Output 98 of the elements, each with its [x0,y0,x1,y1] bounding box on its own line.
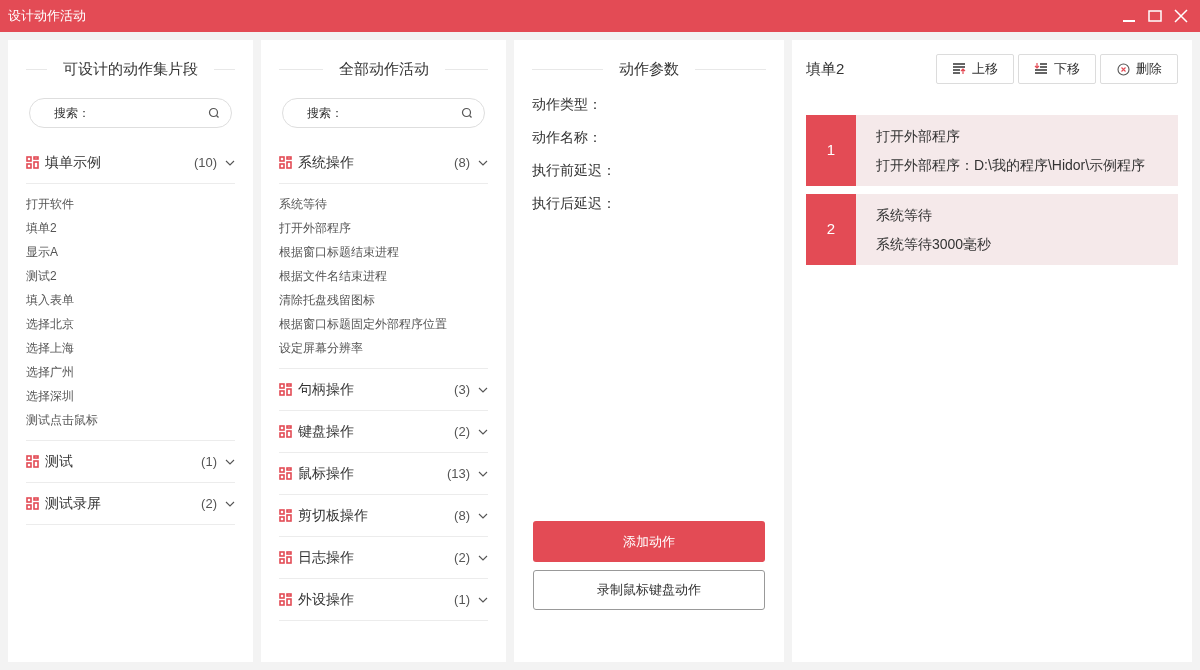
grid-icon [279,551,292,564]
list-item[interactable]: 显示A [26,240,58,264]
delete-icon [1116,62,1130,76]
group-header[interactable]: 测试 (1) [26,441,235,483]
group-count: (10) [193,153,217,172]
list-item[interactable]: 设定屏幕分辨率 [279,336,363,360]
list-item[interactable]: 根据窗口标题结束进程 [279,240,399,264]
list-item[interactable]: 填单2 [26,216,57,240]
list-item[interactable]: 测试2 [26,264,57,288]
grid-icon [279,156,292,169]
group-header[interactable]: 日志操作 (2) [279,537,488,579]
group-label: 剪切板操作 [298,506,368,525]
panel-title: 动作参数 [619,58,679,79]
search-icon [208,107,220,119]
group-label: 填单示例 [45,153,101,172]
group-header[interactable]: 鼠标操作 (13) [279,453,488,495]
group-label: 鼠标操作 [298,464,354,483]
sequence-title: 填单2 [806,58,845,79]
chevron-down-icon [225,500,235,507]
group-count: (1) [454,590,470,609]
group-label: 日志操作 [298,548,354,567]
maximize-icon[interactable] [1148,9,1162,23]
window-title: 设计动作活动 [8,7,86,26]
grid-icon [279,593,292,606]
list-item[interactable]: 填入表单 [26,288,74,312]
group-count: (2) [454,548,470,567]
move-up-icon [952,63,966,75]
group-label: 句柄操作 [298,380,354,399]
list-item[interactable]: 打开外部程序 [279,216,351,240]
group-count: (3) [454,380,470,399]
list-item[interactable]: 选择广州 [26,360,74,384]
group-count: (2) [454,422,470,441]
field-label: 执行前延迟： [532,161,617,180]
group-header[interactable]: 剪切板操作 (8) [279,495,488,537]
grid-icon [26,455,39,468]
step-number: 2 [806,194,856,265]
list-item[interactable]: 根据窗口标题固定外部程序位置 [279,312,447,336]
group-label: 外设操作 [298,590,354,609]
step-number: 1 [806,115,856,186]
list-item[interactable]: 测试点击鼠标 [26,408,98,432]
list-item[interactable]: 根据文件名结束进程 [279,264,387,288]
list-item[interactable]: 选择北京 [26,312,74,336]
add-action-button[interactable]: 添加动作 [533,521,765,562]
field-label: 动作名称： [532,128,603,147]
search-icon [461,107,473,119]
chevron-down-icon [478,159,488,166]
group-count: (2) [201,494,217,513]
chevron-down-icon [225,159,235,166]
step-detail: 系统等待3000毫秒 [876,234,992,254]
move-down-icon [1034,63,1048,75]
grid-icon [279,509,292,522]
chevron-down-icon [478,596,488,603]
list-item[interactable]: 系统等待 [279,192,327,216]
move-button[interactable]: 上移 [936,54,1014,84]
group-header[interactable]: 测试录屏 (2) [26,483,235,525]
step-card[interactable]: 2 系统等待 系统等待3000毫秒 [806,194,1178,265]
group-header[interactable]: 系统操作 (8) [279,142,488,184]
grid-icon [26,156,39,169]
search-field[interactable]: 搜索： [29,98,232,128]
chevron-down-icon [478,470,488,477]
group-count: (8) [454,506,470,525]
grid-icon [279,383,292,396]
chevron-down-icon [478,428,488,435]
panel-title: 可设计的动作集片段 [63,58,198,79]
list-item[interactable]: 打开软件 [26,192,74,216]
list-item[interactable]: 选择深圳 [26,384,74,408]
move-button[interactable]: 下移 [1018,54,1096,84]
grid-icon [279,425,292,438]
chevron-down-icon [225,458,235,465]
step-name: 打开外部程序 [876,126,961,146]
group-header[interactable]: 填单示例 (10) [26,142,235,184]
group-count: (1) [201,452,217,471]
list-item[interactable]: 选择上海 [26,336,74,360]
grid-icon [279,467,292,480]
panel-title: 全部动作活动 [338,58,429,79]
chevron-down-icon [478,554,488,561]
step-detail: 打开外部程序：D:\我的程序\Hidor\示例程序 [876,155,1146,175]
group-label: 测试录屏 [45,494,101,513]
grid-icon [26,497,39,510]
close-icon[interactable] [1174,9,1188,23]
step-card[interactable]: 1 打开外部程序 打开外部程序：D:\我的程序\Hidor\示例程序 [806,115,1178,186]
group-header[interactable]: 键盘操作 (2) [279,411,488,453]
field-label: 动作类型： [532,95,603,114]
group-label: 系统操作 [298,153,354,172]
group-label: 测试 [45,452,73,471]
list-item[interactable]: 清除托盘残留图标 [279,288,375,312]
chevron-down-icon [478,512,488,519]
group-count: (8) [454,153,470,172]
field-label: 执行后延迟： [532,194,617,213]
group-label: 键盘操作 [298,422,354,441]
record-button[interactable]: 录制鼠标键盘动作 [533,570,765,610]
group-header[interactable]: 句柄操作 (3) [279,369,488,411]
group-header[interactable]: 外设操作 (1) [279,579,488,621]
step-name: 系统等待 [876,205,933,225]
chevron-down-icon [478,386,488,393]
search-field[interactable]: 搜索： [282,98,485,128]
delete-button[interactable]: 删除 [1100,54,1178,84]
group-count: (13) [446,464,470,483]
